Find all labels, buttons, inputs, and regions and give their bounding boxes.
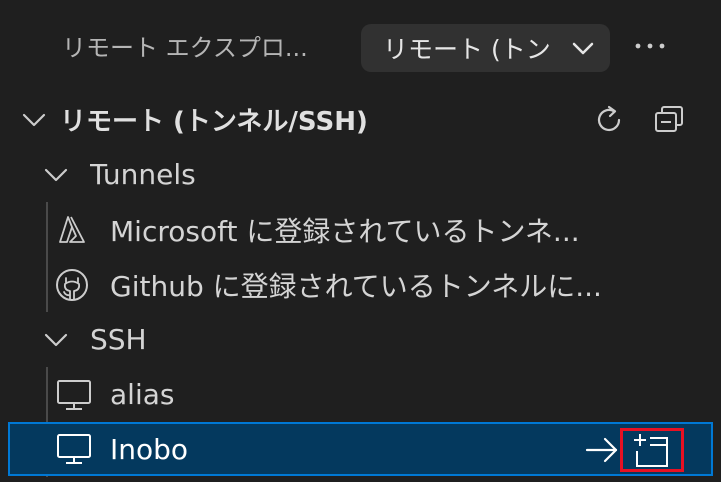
tree-item-microsoft-tunnel[interactable]: Microsoft に登録されているトンネ... [0, 202, 721, 257]
tree-item-label: alias [110, 378, 175, 411]
chevron-down-icon [22, 113, 46, 126]
tree-group-label: SSH [90, 323, 147, 356]
monitor-icon [57, 434, 91, 464]
chevron-down-icon [572, 42, 594, 55]
tree-group-tunnels[interactable]: Tunnels [0, 147, 721, 202]
connect-arrow-icon[interactable] [584, 435, 620, 465]
highlight-box [620, 428, 684, 472]
view-title: リモート エクスプロ... [62, 34, 308, 62]
collapse-all-icon[interactable] [652, 103, 686, 137]
section-header[interactable]: リモート (トンネル/SSH) [0, 92, 721, 147]
refresh-icon[interactable] [592, 103, 626, 137]
chevron-down-icon [44, 333, 68, 346]
remote-type-dropdown[interactable]: リモート (トン [361, 24, 610, 72]
tree-item-label: Github に登録されているトンネルに... [110, 269, 602, 303]
tree-item-github-tunnel[interactable]: Github に登録されているトンネルに... [0, 257, 721, 312]
ellipsis-icon[interactable] [632, 28, 668, 64]
dropdown-label: リモート (トン [383, 35, 551, 64]
tree-item-ssh-inobo[interactable]: Inobo [8, 422, 713, 476]
tree-item-label: Inobo [110, 432, 189, 466]
chevron-down-icon [44, 168, 68, 181]
github-icon [56, 268, 88, 301]
monitor-icon [57, 379, 91, 410]
microsoft-azure-icon [59, 215, 85, 243]
tree-item-ssh-alias[interactable]: alias [0, 367, 721, 422]
section-label: リモート (トンネル/SSH) [60, 107, 368, 137]
tree-group-label: Tunnels [90, 158, 196, 191]
tree-item-label: Microsoft に登録されているトンネ... [110, 214, 580, 248]
tree-group-ssh[interactable]: SSH [0, 312, 721, 367]
